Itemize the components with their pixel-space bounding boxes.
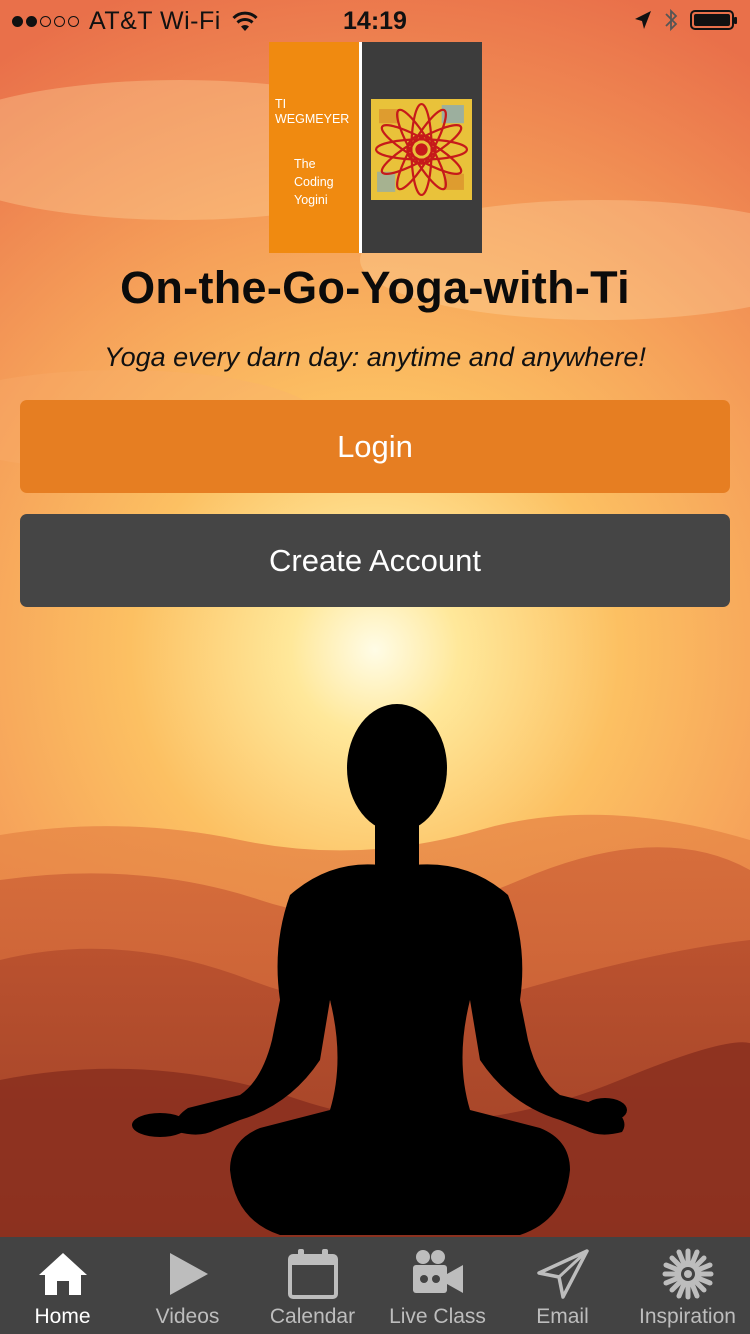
tab-label: Calendar [269, 1305, 356, 1328]
battery-icon [690, 10, 737, 30]
paper-plane-icon [536, 1249, 589, 1299]
tab-bar: Home Videos Calendar Live Class Email In… [0, 1237, 750, 1334]
logo-subtitle: The Coding Yogini [294, 155, 334, 209]
tab-label: Inspiration [639, 1305, 736, 1328]
video-camera-icon [412, 1250, 463, 1293]
logo-subtitle-line: Yogini [294, 193, 328, 207]
calendar-icon [287, 1249, 338, 1299]
mandala-icon [371, 99, 472, 200]
logo-left-panel: TI WEGMEYER The Coding Yogini [269, 42, 359, 253]
tab-label: Home [34, 1305, 91, 1328]
logo-subtitle-line: The [294, 157, 316, 171]
page-title: On-the-Go-Yoga-with-Ti [120, 262, 630, 313]
tab-videos[interactable]: Videos [125, 1237, 250, 1334]
create-account-button[interactable]: Create Account [20, 514, 730, 607]
logo-right-panel [362, 42, 482, 253]
bluetooth-icon [665, 8, 678, 32]
flower-icon [662, 1248, 713, 1300]
tab-home[interactable]: Home [0, 1237, 125, 1334]
tab-label: Live Class [389, 1305, 486, 1328]
status-bar: AT&T Wi-Fi 14:19 [0, 0, 750, 40]
logo-author: TI WEGMEYER [275, 97, 350, 126]
login-button[interactable]: Login [20, 400, 730, 493]
tab-label: Videos [155, 1305, 220, 1328]
home-icon [38, 1253, 87, 1295]
location-arrow-icon [635, 11, 651, 29]
logo-subtitle-line: Coding [294, 175, 334, 189]
tab-inspiration[interactable]: Inspiration [625, 1237, 750, 1334]
tab-calendar[interactable]: Calendar [250, 1237, 375, 1334]
tagline: Yoga every darn day: anytime and anywher… [104, 342, 646, 372]
tab-email[interactable]: Email [500, 1237, 625, 1334]
status-right [634, 8, 738, 32]
tab-label: Email [536, 1305, 589, 1328]
play-icon [169, 1253, 208, 1295]
tab-live-class[interactable]: Live Class [375, 1237, 500, 1334]
app-logo: TI WEGMEYER The Coding Yogini [269, 42, 482, 253]
meditation-silhouette [132, 704, 627, 1235]
